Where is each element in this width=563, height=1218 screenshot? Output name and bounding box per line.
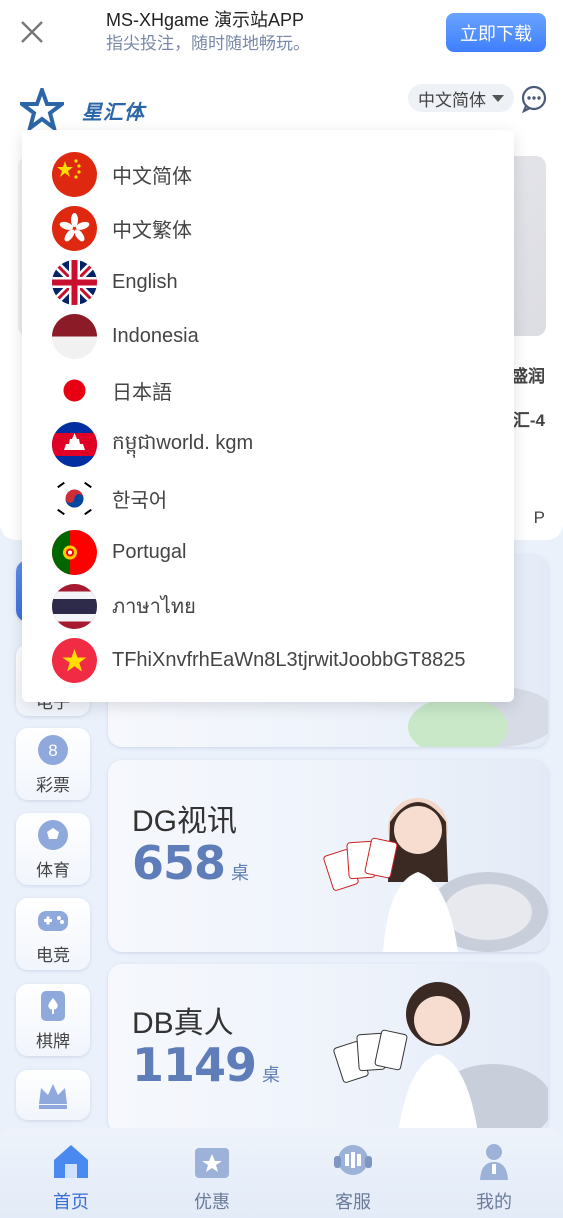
language-option-ko[interactable]: 한국어 (22, 471, 514, 525)
indonesia-flag-icon (52, 313, 97, 359)
language-option-label: TFhiXnvfrhEaWn8L3tjrwitJoobbGT8825 (112, 648, 466, 671)
game-name: DB真人 (132, 1007, 234, 1040)
game-count-value: 1149 (132, 1038, 257, 1092)
game-table-count: 1149 桌 (132, 1038, 280, 1092)
language-option-label: 中文繁体 (112, 219, 192, 242)
app-download-banner: MS-XHgame 演示站APP 指尖投注，随时随地畅玩。 立即下载 (0, 0, 563, 66)
banner-text: MS-XHgame 演示站APP 指尖投注，随时随地畅玩。 (106, 9, 310, 55)
dealer-image (298, 964, 548, 1134)
language-option-label: Portugal (112, 540, 187, 563)
side-tab-label: 体育 (36, 860, 70, 880)
gamepad-icon (38, 910, 68, 931)
dealer-image (298, 772, 548, 952)
portugal-flag-icon (52, 529, 97, 575)
side-tab-sports[interactable]: 体育 (16, 813, 90, 885)
language-option-label: 한국어 (112, 489, 168, 512)
hero-vip-text: P (533, 508, 545, 527)
china-flag-icon (52, 151, 97, 197)
hongkong-flag-icon (52, 205, 97, 251)
game-name: DG视讯 (132, 805, 237, 838)
language-dropdown: 中文简体 中文繁体 English Indonesia 日本語 កម្ពុជាw… (22, 130, 514, 702)
vietnam-flag-icon (52, 637, 97, 683)
logo-star-icon (16, 84, 68, 134)
nav-profile[interactable]: 我的 (449, 1138, 539, 1218)
game-count-unit: 桌 (262, 1065, 280, 1086)
caret-down-icon (492, 94, 504, 102)
lottery-ball-icon: 8 (38, 734, 68, 765)
language-select[interactable]: 中文简体 (408, 84, 514, 112)
nav-label: 优惠 (194, 1192, 230, 1212)
language-option-label: 日本語 (112, 381, 172, 404)
language-option-id[interactable]: Indonesia (22, 309, 514, 363)
nav-label: 我的 (476, 1192, 512, 1212)
side-tab-lottery[interactable]: 8 彩票 (16, 728, 90, 800)
hero-side-text: 盛润 (511, 367, 545, 386)
bottom-navigation: 首页 优惠 客服 我的 (0, 1128, 563, 1218)
home-icon (54, 1145, 88, 1178)
language-option-th[interactable]: ภาษาไทย (22, 579, 514, 633)
nav-promo[interactable]: 优惠 (167, 1138, 257, 1218)
side-tab-more[interactable] (16, 1070, 90, 1120)
language-option-label: ภาษาไทย (112, 596, 196, 618)
nav-home[interactable]: 首页 (26, 1138, 116, 1218)
language-select-value: 中文简体 (418, 90, 486, 110)
svg-text:8: 8 (48, 741, 57, 760)
side-tab-label: 彩票 (36, 775, 70, 795)
nav-support[interactable]: 客服 (308, 1138, 398, 1218)
language-option-label: កម្ពុជាworld. kgm (112, 432, 254, 454)
language-option-km[interactable]: កម្ពុជាworld. kgm (22, 417, 514, 471)
language-option-ja[interactable]: 日本語 (22, 363, 514, 417)
close-icon[interactable] (18, 18, 46, 46)
hero-side-text: 汇-4 (512, 411, 545, 430)
language-option-label: 中文简体 (112, 165, 192, 188)
crown-icon (39, 1084, 67, 1109)
language-option-en[interactable]: English (22, 255, 514, 309)
soccer-icon (38, 819, 68, 850)
language-option-zh-tw[interactable]: 中文繁体 (22, 201, 514, 255)
thailand-flag-icon (52, 583, 97, 629)
language-option-label: Indonesia (112, 324, 199, 347)
korea-flag-icon (52, 475, 97, 521)
profile-icon (480, 1144, 508, 1180)
game-count-unit: 桌 (231, 863, 249, 884)
game-card-dg[interactable]: DG视讯 658 桌 (108, 760, 548, 952)
language-option-label: English (112, 270, 178, 293)
cambodia-flag-icon (52, 421, 97, 467)
promo-icon (195, 1148, 229, 1178)
nav-label: 首页 (53, 1192, 89, 1212)
banner-title: MS-XHgame 演示站APP (106, 10, 305, 30)
side-tab-label: 棋牌 (36, 1031, 70, 1051)
download-button[interactable]: 立即下载 (446, 13, 546, 52)
language-option-vi[interactable]: TFhiXnvfrhEaWn8L3tjrwitJoobbGT8825 (22, 633, 514, 687)
side-tab-label: 电竞 (36, 945, 70, 965)
game-count-value: 658 (132, 836, 226, 890)
logo[interactable]: 星汇体育 (16, 84, 150, 153)
uk-flag-icon (52, 259, 97, 305)
nav-label: 客服 (335, 1192, 371, 1212)
support-icon (334, 1145, 372, 1175)
language-option-zh-cn[interactable]: 中文简体 (22, 147, 514, 201)
game-card-db[interactable]: DB真人 1149 桌 (108, 964, 548, 1134)
language-option-pt[interactable]: Portugal (22, 525, 514, 579)
japan-flag-icon (52, 367, 97, 413)
side-tab-chess[interactable]: 棋牌 (16, 984, 90, 1056)
card-icon (41, 990, 65, 1021)
chat-icon[interactable] (520, 85, 548, 113)
header: 星汇体育 中文简体 (0, 66, 563, 153)
side-tab-esports[interactable]: 电竞 (16, 898, 90, 970)
banner-subtitle: 指尖投注，随时随地畅玩。 (106, 34, 310, 53)
game-table-count: 658 桌 (132, 836, 249, 890)
